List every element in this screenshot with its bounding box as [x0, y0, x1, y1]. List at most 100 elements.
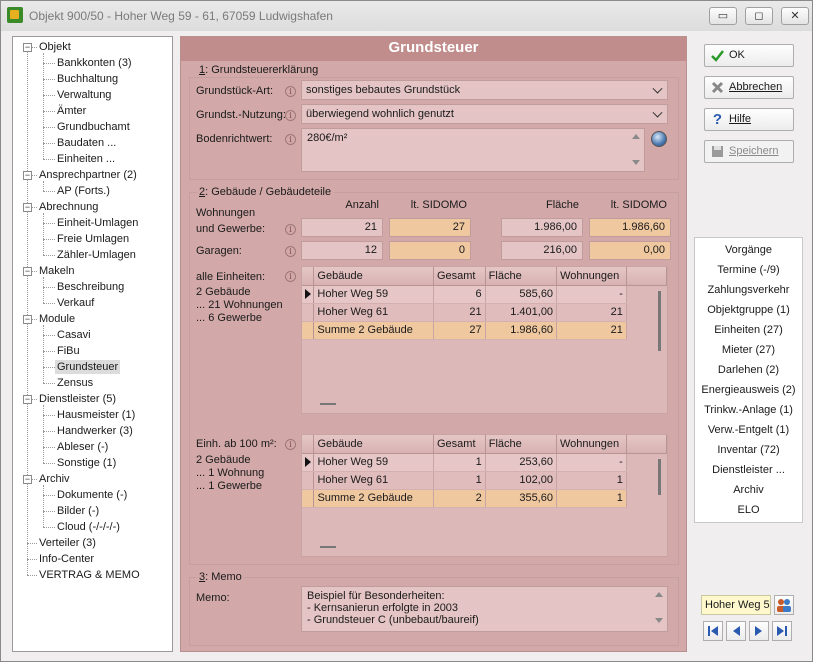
tree-item[interactable]: Archiv [37, 472, 72, 486]
info-icon[interactable]: i [285, 110, 296, 121]
save-button[interactable]: Speichern [704, 140, 794, 163]
tree-item[interactable]: Zähler-Umlagen [55, 248, 138, 262]
tree-item[interactable]: Cloud (-/-/-/-) [55, 520, 122, 534]
nutzung-select[interactable]: überwiegend wohnlich genutzt [301, 104, 668, 124]
tree-item[interactable]: AP (Forts.) [55, 184, 112, 198]
next-record-button[interactable] [749, 621, 769, 641]
tree-expander-icon[interactable]: − [23, 267, 32, 276]
grid-header[interactable]: Gesamt [433, 435, 486, 454]
table-row[interactable]: Hoher Weg 61 21 1.401,00 21 [302, 303, 667, 322]
info-icon[interactable]: i [285, 271, 296, 282]
info-icon[interactable]: i [285, 246, 296, 257]
tree-item[interactable]: Freie Umlagen [55, 232, 131, 246]
tree-item[interactable]: Verteiler (3) [37, 536, 98, 550]
minimize-button[interactable]: ▭ [709, 7, 737, 25]
close-button[interactable]: ✕ [781, 7, 809, 25]
tree-item[interactable]: Makeln [37, 264, 76, 278]
tree-item[interactable]: Handwerker (3) [55, 424, 135, 438]
tree-expander-icon[interactable]: − [23, 395, 32, 404]
cancel-button[interactable]: Abbrechen [704, 76, 794, 99]
grid-header[interactable]: Gebäude [313, 267, 434, 286]
grid-header[interactable]: Gesamt [433, 267, 486, 286]
grid-header[interactable]: Fläche [485, 435, 557, 454]
nav-link[interactable]: Darlehen (2) [695, 364, 802, 376]
info-icon[interactable]: i [285, 224, 296, 235]
globe-icon[interactable] [651, 131, 667, 147]
tree-item[interactable]: Verkauf [55, 296, 96, 310]
tree-item[interactable]: Hausmeister (1) [55, 408, 137, 422]
table-row[interactable]: Hoher Weg 59 1 253,60- [302, 453, 667, 472]
tree-item[interactable]: Verwaltung [55, 88, 113, 102]
tree-item[interactable]: Sonstige (1) [55, 456, 118, 470]
table-row[interactable]: Hoher Weg 61 1 102,00 1 [302, 471, 667, 490]
table-row[interactable]: Summe 2 Gebäude 27 1.986,60 21 [302, 321, 667, 340]
tree-item[interactable]: Ableser (-) [55, 440, 110, 454]
help-button[interactable]: ? Hilfe [704, 108, 794, 131]
nav-link[interactable]: Vorgänge [695, 244, 802, 256]
tree-expander-icon[interactable]: − [23, 203, 32, 212]
wohnungen-anzahl[interactable]: 21 [301, 218, 383, 237]
ok-button[interactable]: OK [704, 44, 794, 67]
nav-link[interactable]: Inventar (72) [695, 444, 802, 456]
tree-item[interactable]: Einheiten ... [55, 152, 117, 166]
nav-link[interactable]: ELO [695, 504, 802, 516]
info-icon[interactable]: i [285, 134, 296, 145]
people-button[interactable] [774, 595, 794, 615]
tree-item[interactable]: Einheit-Umlagen [55, 216, 140, 230]
nav-link[interactable]: Verw.-Entgelt (1) [695, 424, 802, 436]
scrollbar[interactable] [652, 588, 666, 630]
tree-item[interactable]: Casavi [55, 328, 93, 342]
nav-link[interactable]: Mieter (27) [695, 344, 802, 356]
vertical-scrollbar[interactable] [658, 291, 661, 351]
search-input[interactable]: Hoher Weg 59 [701, 595, 771, 615]
tree-expander-icon[interactable]: − [23, 43, 32, 52]
table-row[interactable]: Summe 2 Gebäude 2 355,60 1 [302, 489, 667, 508]
grid-header[interactable]: Wohnungen [556, 267, 627, 286]
tree-item[interactable]: Ansprechpartner (2) [37, 168, 139, 182]
tree-item[interactable]: Dienstleister (5) [37, 392, 118, 406]
buildings-grid-100[interactable]: Gebäude Gesamt Fläche Wohnungen Hoher Weg 59… [301, 434, 668, 557]
first-record-button[interactable] [703, 621, 723, 641]
grid-header[interactable]: Gebäude [313, 435, 434, 454]
nav-link[interactable]: Archiv [695, 484, 802, 496]
last-record-button[interactable] [772, 621, 792, 641]
tree-item[interactable]: VERTRAG & MEMO [37, 568, 142, 582]
tree-item[interactable]: Bankkonten (3) [55, 56, 134, 70]
tree-expander-icon[interactable]: − [23, 171, 32, 180]
previous-record-button[interactable] [726, 621, 746, 641]
nav-link[interactable]: Zahlungsverkehr [695, 284, 802, 296]
nav-link[interactable]: Objektgruppe (1) [695, 304, 802, 316]
tree-item[interactable]: Bilder (-) [55, 504, 101, 518]
nav-link[interactable]: Termine (-/9) [695, 264, 802, 276]
garagen-anzahl[interactable]: 12 [301, 241, 383, 260]
tree-item[interactable]: Info-Center [37, 552, 96, 566]
tree-item[interactable]: Abrechnung [37, 200, 100, 214]
tree-item[interactable]: FiBu [55, 344, 82, 358]
info-icon[interactable]: i [285, 439, 296, 450]
table-row[interactable]: Hoher Weg 59 6 585,60- [302, 285, 667, 304]
horizontal-scrollbar[interactable] [320, 403, 336, 405]
scrollbar[interactable] [629, 130, 643, 170]
bodenrichtwert-input[interactable]: 280€/m² [301, 128, 645, 172]
grid-header[interactable]: Fläche [485, 267, 558, 286]
tree-expander-icon[interactable]: − [23, 315, 32, 324]
nav-link[interactable]: Energieausweis (2) [695, 384, 802, 396]
garagen-flaeche[interactable]: 216,00 [501, 241, 583, 260]
tree-item[interactable]: Grundsteuer [55, 360, 121, 374]
grundstueck-art-select[interactable]: sonstiges bebautes Grundstück [301, 80, 668, 100]
buildings-grid-all[interactable]: Gebäude Gesamt Fläche Wohnungen Hoher Weg 59… [301, 266, 668, 414]
tree-item[interactable]: Module [37, 312, 77, 326]
tree-item[interactable]: Grundbuchamt [55, 120, 132, 134]
vertical-scrollbar[interactable] [658, 459, 661, 495]
tree-item[interactable]: Objekt [37, 40, 73, 54]
maximize-button[interactable]: ◻ [745, 7, 773, 25]
wohnungen-flaeche[interactable]: 1.986,00 [501, 218, 583, 237]
navigation-tree[interactable]: − Objekt Bankkonten (3) Buchhaltung Verwaltu… [12, 36, 173, 652]
tree-item[interactable]: Beschreibung [55, 280, 126, 294]
horizontal-scrollbar[interactable] [320, 546, 336, 548]
grid-header[interactable]: Wohnungen [556, 435, 627, 454]
info-icon[interactable]: i [285, 86, 296, 97]
tree-expander-icon[interactable]: − [23, 475, 32, 484]
tree-item[interactable]: Ämter [55, 104, 88, 118]
tree-item[interactable]: Buchhaltung [55, 72, 120, 86]
